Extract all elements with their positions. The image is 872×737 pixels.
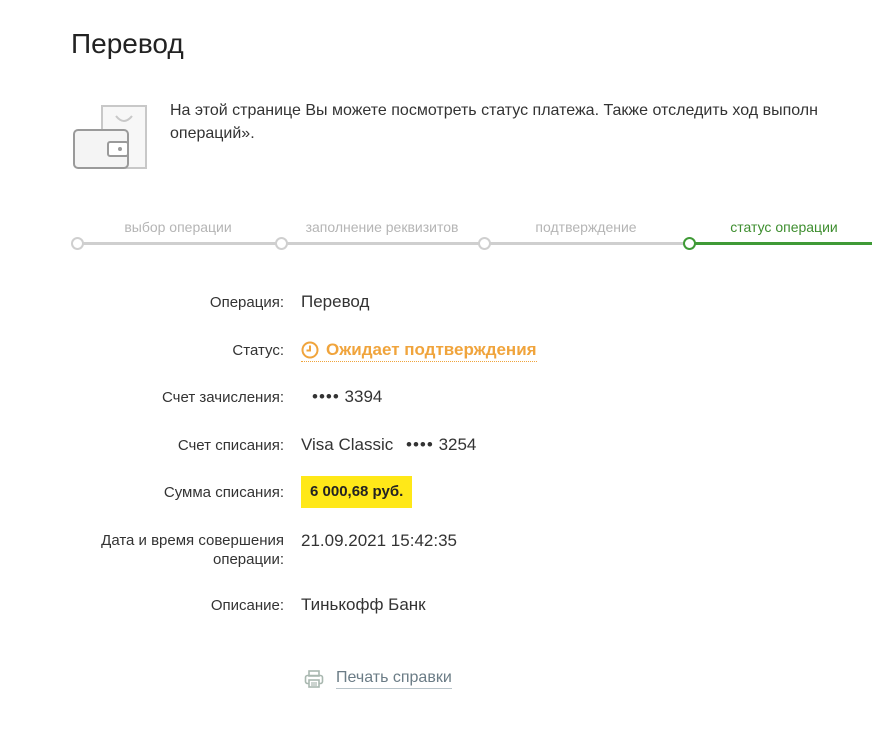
datetime-value: 21.09.2021 15:42:35: [301, 531, 457, 550]
step-dot-fill-details: [275, 237, 288, 250]
datetime-label-line-2: операции:: [212, 551, 284, 568]
intro-line-1: На этой странице Вы можете посмотреть ст…: [170, 102, 818, 119]
progress-track-active: [688, 242, 872, 245]
credit-account-value: •••• 3394: [312, 387, 382, 407]
step-dot-select-operation: [71, 237, 84, 250]
debit-account-value: Visa Classic •••• 3254: [301, 435, 476, 455]
progress-track-inactive: [76, 242, 688, 245]
datetime-label: Дата и время совершения операции:: [44, 531, 284, 569]
debit-account-label: Счет списания:: [177, 437, 284, 454]
amount-label: Сумма списания:: [163, 484, 284, 501]
step-label-operation-status: статус операции: [730, 219, 838, 235]
datetime-label-line-1: Дата и время совершения: [101, 532, 284, 549]
intro-line-2: операций».: [170, 125, 255, 142]
operation-label: Операция:: [209, 294, 284, 311]
step-dot-operation-status: [683, 237, 696, 250]
printer-icon: [304, 669, 324, 689]
amount-badge: 6 000,68 руб.: [301, 476, 413, 508]
debit-card-type: Visa Classic: [301, 435, 394, 454]
credit-account-last4: 3394: [344, 387, 383, 406]
print-receipt-link[interactable]: Печать справки: [304, 668, 452, 689]
credit-account-label: Счет зачисления:: [162, 389, 284, 406]
status-label: Статус:: [232, 342, 284, 359]
step-label-fill-details: заполнение реквизитов: [305, 219, 459, 235]
wallet-icon: [72, 104, 148, 172]
status-text: Ожидает подтверждения: [326, 340, 537, 359]
operation-value: Перевод: [301, 292, 370, 311]
progress-steps: выбор операции заполнение реквизитов под…: [0, 210, 872, 250]
credit-account-mask: ••••: [312, 387, 340, 406]
step-label-select-operation: выбор операции: [124, 219, 232, 235]
description-value: Тинькофф Банк: [301, 595, 426, 614]
print-receipt-label: Печать справки: [336, 668, 452, 689]
debit-account-last4: 3254: [438, 435, 477, 454]
step-dot-confirmation: [478, 237, 491, 250]
debit-account-mask: ••••: [406, 435, 434, 454]
step-label-confirmation: подтверждение: [535, 219, 637, 235]
intro-text: На этой странице Вы можете посмотреть ст…: [170, 99, 872, 145]
clock-icon: [301, 341, 319, 359]
page-title: Перевод: [71, 28, 184, 59]
status-value[interactable]: Ожидает подтверждения: [301, 340, 537, 362]
description-label: Описание:: [210, 597, 284, 614]
